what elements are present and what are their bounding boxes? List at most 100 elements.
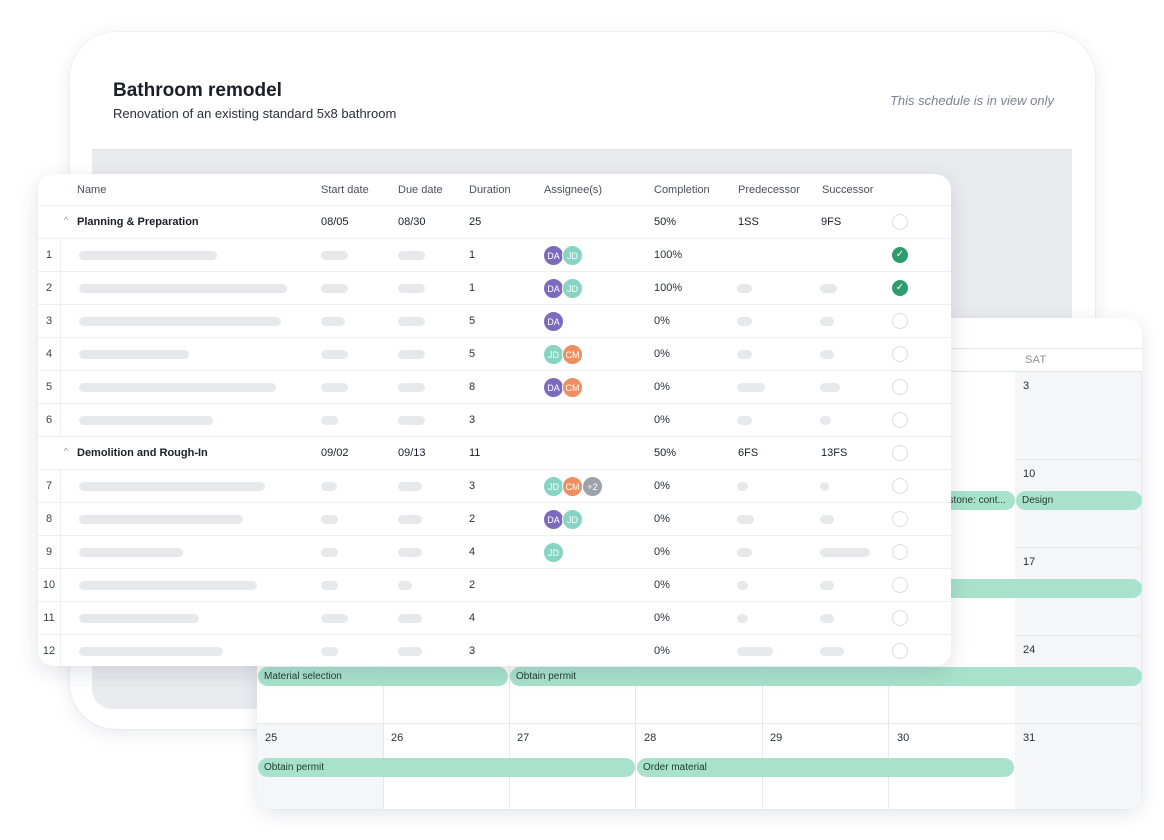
task-row[interactable]: 1 1 DA JD 100% ✓ <box>38 238 951 272</box>
predecessor-placeholder <box>737 581 748 590</box>
column-header-assignees[interactable]: Assignee(s) <box>544 184 602 196</box>
completion-checkbox[interactable] <box>892 511 908 527</box>
completed-check-icon[interactable]: ✓ <box>892 280 908 296</box>
task-row[interactable]: 4 5 JD CM 0% <box>38 337 951 371</box>
avatar[interactable]: DA <box>543 278 564 299</box>
completion-checkbox[interactable] <box>892 412 908 428</box>
start-date-placeholder <box>321 614 348 623</box>
start-date-placeholder <box>321 317 345 326</box>
collapse-caret-icon[interactable]: ^ <box>64 446 68 456</box>
task-name-placeholder <box>79 581 257 590</box>
row-number: 5 <box>38 371 61 404</box>
collapse-caret-icon[interactable]: ^ <box>64 215 68 225</box>
avatar[interactable]: JD <box>543 476 564 497</box>
completion-checkbox[interactable] <box>892 643 908 659</box>
completion-checkbox[interactable] <box>892 214 908 230</box>
group-successor: 13FS <box>821 447 848 459</box>
calendar-event-obtain-permit[interactable]: Obtain permit <box>258 758 635 777</box>
avatar[interactable]: DA <box>543 311 564 332</box>
calendar-day-cell[interactable]: 31 <box>1015 724 1142 810</box>
more-assignees-avatar[interactable]: +2 <box>582 476 603 497</box>
avatar[interactable]: JD <box>543 542 564 563</box>
column-header-duration[interactable]: Duration <box>469 184 511 196</box>
completion-checkbox[interactable] <box>892 346 908 362</box>
calendar-event-obtain-permit[interactable]: Obtain permit <box>510 667 1142 686</box>
group-start-date: 09/02 <box>321 447 349 459</box>
task-completion: 0% <box>654 414 670 426</box>
calendar-day-number: 24 <box>1023 644 1036 656</box>
completion-checkbox[interactable] <box>892 544 908 560</box>
group-duration: 25 <box>469 216 482 228</box>
column-header-start-date[interactable]: Start date <box>321 184 369 196</box>
successor-placeholder <box>820 614 834 623</box>
column-header-successor[interactable]: Successor <box>822 184 873 196</box>
task-row[interactable]: 7 3 JD CM +2 0% <box>38 469 951 503</box>
successor-placeholder <box>820 416 831 425</box>
group-predecessor: 1SS <box>738 216 759 228</box>
due-date-placeholder <box>398 548 422 557</box>
avatar[interactable]: DA <box>543 377 564 398</box>
completion-checkbox[interactable] <box>892 610 908 626</box>
completion-checkbox[interactable] <box>892 313 908 329</box>
due-date-placeholder <box>398 515 422 524</box>
avatar[interactable]: JD <box>562 278 583 299</box>
group-row-demolition[interactable]: ^ Demolition and Rough-In 09/02 09/13 11… <box>38 436 951 469</box>
task-row[interactable]: 6 3 0% <box>38 403 951 437</box>
calendar-day-number: 10 <box>1023 468 1036 480</box>
predecessor-placeholder <box>737 614 748 623</box>
calendar-event-design[interactable]: Design <box>1016 491 1142 510</box>
successor-placeholder <box>820 284 837 293</box>
project-title: Bathroom remodel <box>113 80 282 101</box>
predecessor-placeholder <box>737 416 752 425</box>
task-row[interactable]: 2 1 DA JD 100% ✓ <box>38 271 951 305</box>
avatar[interactable]: JD <box>562 509 583 530</box>
due-date-placeholder <box>398 614 422 623</box>
task-row[interactable]: 9 4 JD 0% <box>38 535 951 569</box>
task-completion: 0% <box>654 348 670 360</box>
task-duration: 2 <box>469 579 476 591</box>
avatar[interactable]: JD <box>543 344 564 365</box>
task-name-placeholder <box>79 317 281 326</box>
avatar[interactable]: JD <box>562 245 583 266</box>
calendar-event-material-selection[interactable]: Material selection <box>258 667 508 686</box>
group-completion: 50% <box>654 447 677 459</box>
task-row[interactable]: 10 2 0% <box>38 568 951 602</box>
column-header-completion[interactable]: Completion <box>654 184 710 196</box>
row-number: 6 <box>38 404 61 437</box>
avatar[interactable]: CM <box>562 344 583 365</box>
predecessor-placeholder <box>737 482 748 491</box>
task-row[interactable]: 5 8 DA CM 0% <box>38 370 951 404</box>
task-row[interactable]: 3 5 DA 0% <box>38 304 951 338</box>
calendar-day-number: 26 <box>391 732 404 744</box>
calendar-event-order-material[interactable]: Order material <box>637 758 1014 777</box>
completion-checkbox[interactable] <box>892 379 908 395</box>
due-date-placeholder <box>398 317 425 326</box>
row-number: 1 <box>38 239 61 272</box>
task-duration: 4 <box>469 612 476 624</box>
column-header-name[interactable]: Name <box>77 184 106 196</box>
column-header-due-date[interactable]: Due date <box>398 184 443 196</box>
task-duration: 2 <box>469 513 476 525</box>
task-row[interactable]: 8 2 DA JD 0% <box>38 502 951 536</box>
column-header-predecessor[interactable]: Predecessor <box>738 184 800 196</box>
avatar[interactable]: CM <box>562 476 583 497</box>
successor-placeholder <box>820 515 834 524</box>
avatar[interactable]: DA <box>543 509 564 530</box>
start-date-placeholder <box>321 647 338 656</box>
task-row[interactable]: 11 4 0% <box>38 601 951 635</box>
task-completion: 100% <box>654 282 683 294</box>
calendar-day-number: 28 <box>644 732 657 744</box>
completion-checkbox[interactable] <box>892 577 908 593</box>
task-name-placeholder <box>79 416 213 425</box>
group-row-planning[interactable]: ^ Planning & Preparation 08/05 08/30 25 … <box>38 205 951 238</box>
avatar[interactable]: CM <box>562 377 583 398</box>
completion-checkbox[interactable] <box>892 478 908 494</box>
task-row[interactable]: 12 3 0% <box>38 634 951 666</box>
completed-check-icon[interactable]: ✓ <box>892 247 908 263</box>
task-name-placeholder <box>79 350 189 359</box>
row-number: 11 <box>38 602 61 635</box>
calendar-day-cell[interactable]: 3 <box>1015 372 1142 460</box>
completion-checkbox[interactable] <box>892 445 908 461</box>
avatar[interactable]: DA <box>543 245 564 266</box>
schedule-table: Name Start date Due date Duration Assign… <box>38 174 951 666</box>
